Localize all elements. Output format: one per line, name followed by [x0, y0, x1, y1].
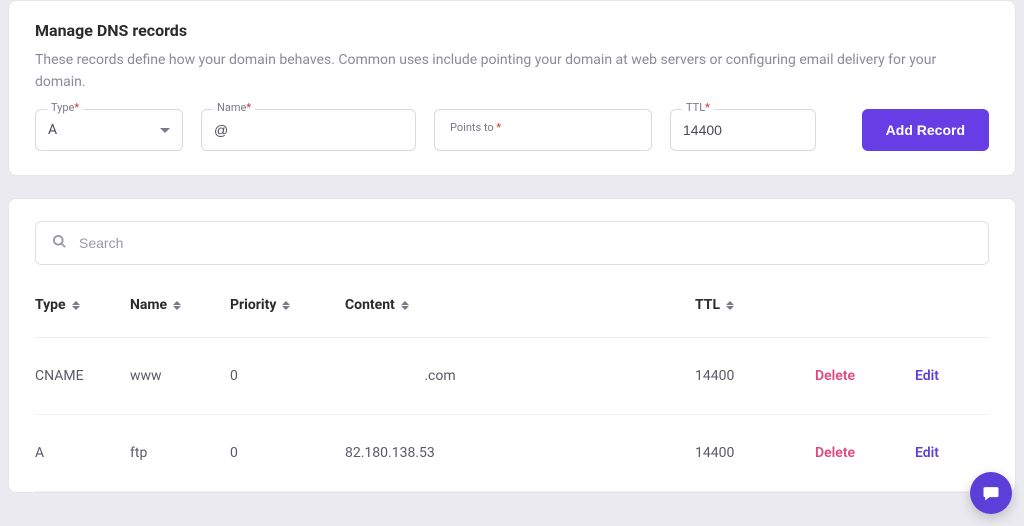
- delete-button[interactable]: Delete: [815, 368, 855, 384]
- cell-type: CNAME: [35, 338, 130, 415]
- points-to-field-wrap: Points to *: [434, 109, 652, 151]
- search-box[interactable]: [35, 221, 989, 265]
- table-row: CNAME www 0 .com 14400 Delete Edit: [35, 338, 989, 415]
- table-row: A ftp 0 82.180.138.53 14400 Delete Edit: [35, 415, 989, 492]
- col-header-type[interactable]: Type: [35, 273, 130, 338]
- name-label: Name*: [213, 101, 255, 114]
- edit-button[interactable]: Edit: [915, 445, 939, 461]
- records-table: Type Name Priority Content TTL: [35, 273, 989, 492]
- add-record-form: Type* A Name* Points to * TTL* A: [35, 109, 989, 151]
- edit-button[interactable]: Edit: [915, 368, 939, 384]
- sort-icon: [401, 301, 409, 310]
- name-input[interactable]: [201, 109, 416, 151]
- add-record-button[interactable]: Add Record: [862, 109, 989, 151]
- sort-icon: [72, 301, 80, 310]
- sort-icon: [173, 301, 181, 310]
- col-header-name[interactable]: Name: [130, 273, 230, 338]
- search-input[interactable]: [79, 235, 972, 251]
- type-select[interactable]: A: [35, 109, 183, 151]
- panel-title: Manage DNS records: [35, 21, 989, 40]
- type-select-value: A: [48, 122, 57, 138]
- search-icon: [52, 234, 67, 253]
- sort-icon: [726, 301, 734, 310]
- ttl-field-wrap: TTL*: [670, 109, 816, 151]
- chat-widget-button[interactable]: [970, 472, 1012, 514]
- points-to-label: Points to *: [446, 121, 505, 134]
- name-field-wrap: Name*: [201, 109, 416, 151]
- panel-description: These records define how your domain beh…: [35, 50, 989, 93]
- cell-ttl: 14400: [695, 415, 815, 492]
- cell-priority: 0: [230, 415, 345, 492]
- col-header-ttl[interactable]: TTL: [695, 273, 815, 338]
- cell-content: .com: [345, 338, 695, 415]
- records-panel: Type Name Priority Content TTL: [8, 198, 1016, 493]
- add-record-panel: Manage DNS records These records define …: [8, 0, 1016, 176]
- delete-button[interactable]: Delete: [815, 445, 855, 461]
- cell-name: ftp: [130, 415, 230, 492]
- type-label: Type*: [47, 101, 83, 114]
- ttl-input[interactable]: [670, 109, 816, 151]
- cell-priority: 0: [230, 338, 345, 415]
- cell-name: www: [130, 338, 230, 415]
- cell-ttl: 14400: [695, 338, 815, 415]
- cell-type: A: [35, 415, 130, 492]
- chevron-down-icon: [160, 128, 170, 133]
- type-field-wrap: Type* A: [35, 109, 183, 151]
- ttl-label: TTL*: [682, 101, 714, 114]
- col-header-content[interactable]: Content: [345, 273, 695, 338]
- sort-icon: [282, 301, 290, 310]
- cell-content: 82.180.138.53: [345, 415, 695, 492]
- chat-icon: [981, 483, 1001, 503]
- col-header-priority[interactable]: Priority: [230, 273, 345, 338]
